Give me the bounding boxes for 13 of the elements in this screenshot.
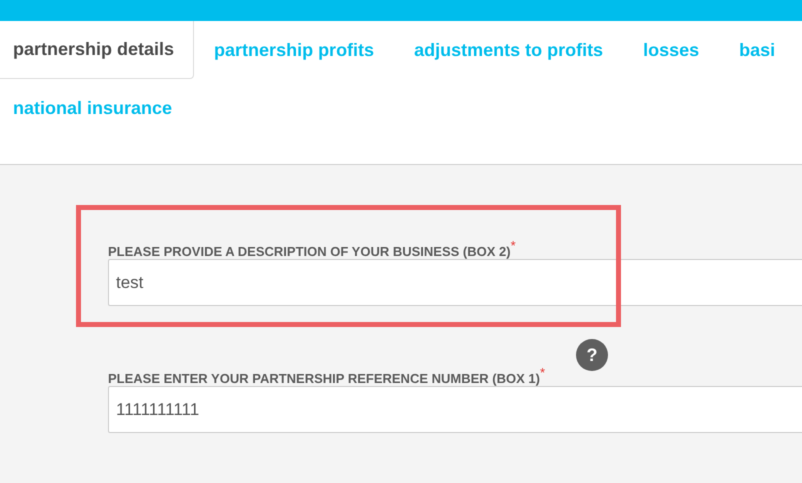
tab[interactable]: partnership profits (194, 21, 394, 79)
required-mark: * (540, 366, 546, 379)
tab[interactable]: losses (623, 21, 720, 79)
tab[interactable]: partnership details (0, 21, 194, 79)
tab[interactable]: national insurance (0, 79, 192, 137)
field-label: PLEASE ENTER YOUR PARTNERSHIP REFERENCE NUMBER (BOX 1) (108, 370, 540, 388)
tab[interactable]: adjustments to profits (394, 21, 624, 79)
tab[interactable]: basi (719, 21, 796, 79)
text-field[interactable]: test (108, 259, 802, 306)
text-field[interactable]: 1111111111 (108, 386, 802, 433)
help-button[interactable]: ? (576, 339, 608, 371)
field-label: PLEASE PROVIDE A DESCRIPTION OF YOUR BUSINESS (BOX 2) (108, 243, 511, 261)
required-mark: * (510, 239, 516, 252)
